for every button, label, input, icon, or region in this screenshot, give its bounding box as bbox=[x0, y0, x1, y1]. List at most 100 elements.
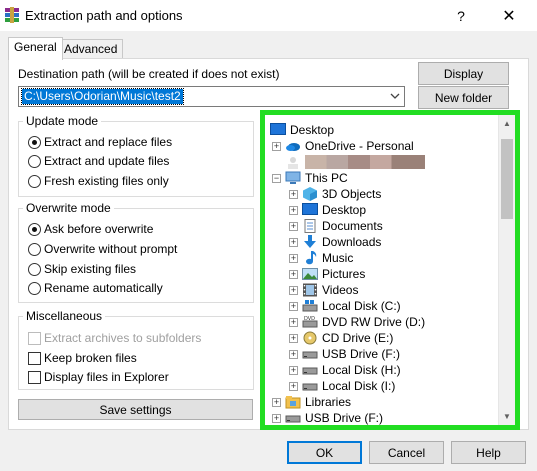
music-icon bbox=[302, 251, 318, 265]
libraries-icon bbox=[285, 395, 301, 409]
expand-button[interactable]: + bbox=[289, 285, 298, 295]
tree-item-downloads[interactable]: + Downloads bbox=[289, 234, 381, 250]
ok-button[interactable]: OK bbox=[287, 441, 362, 464]
tree-item-onedrive[interactable]: + OneDrive - Personal bbox=[272, 138, 414, 154]
destination-path-label: Destination path (will be created if doe… bbox=[18, 67, 280, 81]
tree-item-desktop[interactable]: + Desktop bbox=[289, 202, 366, 218]
radio-button[interactable] bbox=[28, 242, 41, 256]
tree-item-videos[interactable]: + Videos bbox=[289, 282, 358, 298]
tree-item-local-disk-c[interactable]: + Local Disk (C:) bbox=[289, 298, 401, 314]
misc-option-keep-broken-files[interactable]: Keep broken files bbox=[28, 351, 137, 365]
3d-objects-icon bbox=[302, 187, 318, 201]
svg-text:DVD: DVD bbox=[304, 316, 315, 322]
tab-advanced[interactable]: Advanced bbox=[58, 39, 124, 59]
local-disk-icon bbox=[302, 363, 318, 377]
winrar-app-icon bbox=[5, 7, 19, 23]
miscellaneous-title: Miscellaneous bbox=[23, 309, 106, 323]
expand-button[interactable]: + bbox=[289, 269, 298, 279]
update-option-fresh[interactable]: Fresh existing files only bbox=[28, 174, 169, 188]
tree-vertical-scrollbar[interactable]: ▲ ▼ bbox=[498, 115, 515, 425]
folder-tree[interactable]: Desktop + OneDrive - Personal + − This P… bbox=[265, 115, 499, 425]
local-disk-icon bbox=[302, 379, 318, 393]
tree-item-desktop-root[interactable]: Desktop bbox=[270, 122, 334, 138]
help-title-button[interactable]: ? bbox=[438, 0, 484, 31]
checkbox[interactable] bbox=[28, 351, 41, 365]
save-settings-button[interactable]: Save settings bbox=[18, 399, 253, 420]
title-bar: Extraction path and options ? ✕ bbox=[0, 0, 537, 31]
desktop-icon bbox=[302, 203, 318, 217]
update-mode-title: Update mode bbox=[23, 114, 102, 128]
expand-button[interactable]: + bbox=[272, 141, 281, 151]
chevron-down-icon[interactable] bbox=[389, 90, 401, 102]
radio-button[interactable] bbox=[28, 135, 41, 149]
usb-drive-icon bbox=[302, 347, 318, 361]
expand-button[interactable]: + bbox=[289, 189, 298, 199]
tree-item-dvd-rw-drive-d[interactable]: + DVD DVD RW Drive (D:) bbox=[289, 314, 425, 330]
overwrite-option-skip[interactable]: Skip existing files bbox=[28, 262, 136, 276]
tree-item-local-disk-i[interactable]: + Local Disk (I:) bbox=[289, 378, 395, 394]
tree-item-music[interactable]: + Music bbox=[289, 250, 353, 266]
misc-option-display-in-explorer[interactable]: Display files in Explorer bbox=[28, 370, 169, 384]
local-disk-icon bbox=[302, 299, 318, 313]
overwrite-option-ask[interactable]: Ask before overwrite bbox=[28, 222, 153, 236]
radio-button[interactable] bbox=[28, 222, 41, 236]
cd-drive-icon bbox=[302, 331, 318, 345]
new-folder-button[interactable]: New folder bbox=[418, 86, 509, 109]
scrollbar-thumb[interactable] bbox=[501, 139, 513, 219]
expand-button[interactable]: + bbox=[289, 301, 298, 311]
tree-item-3d-objects[interactable]: + 3D Objects bbox=[289, 186, 381, 202]
tree-item-usb-drive-f-root[interactable]: + USB Drive (F:) bbox=[272, 410, 383, 425]
overwrite-mode-title: Overwrite mode bbox=[23, 201, 114, 215]
overwrite-option-rename[interactable]: Rename automatically bbox=[28, 281, 163, 295]
expand-button[interactable]: + bbox=[289, 365, 298, 375]
usb-drive-icon bbox=[285, 411, 301, 425]
scroll-up-arrow-icon[interactable]: ▲ bbox=[499, 115, 515, 132]
tree-item-local-disk-h[interactable]: + Local Disk (H:) bbox=[289, 362, 401, 378]
help-button[interactable]: Help bbox=[451, 441, 526, 464]
display-button[interactable]: Display bbox=[418, 62, 509, 85]
scroll-down-arrow-icon[interactable]: ▼ bbox=[499, 408, 515, 425]
close-button[interactable]: ✕ bbox=[486, 0, 532, 31]
tree-item-usb-drive-f[interactable]: + USB Drive (F:) bbox=[289, 346, 400, 362]
tree-item-libraries[interactable]: + Libraries bbox=[272, 394, 351, 410]
dvd-drive-icon: DVD bbox=[302, 315, 318, 329]
overwrite-option-without-prompt[interactable]: Overwrite without prompt bbox=[28, 242, 177, 256]
downloads-icon bbox=[302, 235, 318, 249]
tree-item-documents[interactable]: + Documents bbox=[289, 218, 383, 234]
destination-path-combobox[interactable]: C:\Users\Odorian\Music\test2 bbox=[18, 86, 405, 107]
expand-button[interactable]: + bbox=[289, 381, 298, 391]
tree-item-this-pc[interactable]: − This PC bbox=[272, 170, 348, 186]
folder-tree-highlight-frame: Desktop + OneDrive - Personal + − This P… bbox=[260, 110, 520, 430]
update-option-update[interactable]: Extract and update files bbox=[28, 154, 169, 168]
expand-button[interactable]: + bbox=[289, 237, 298, 247]
checkbox[interactable] bbox=[28, 370, 41, 384]
destination-path-value[interactable]: C:\Users\Odorian\Music\test2 bbox=[21, 88, 184, 105]
update-option-replace[interactable]: Extract and replace files bbox=[28, 135, 172, 149]
expand-button[interactable]: + bbox=[289, 205, 298, 215]
expand-button[interactable]: + bbox=[289, 221, 298, 231]
redacted-user-name bbox=[305, 155, 425, 169]
expand-button[interactable]: + bbox=[272, 413, 281, 423]
pictures-icon bbox=[302, 267, 318, 281]
tree-item-user-folder[interactable]: + bbox=[272, 154, 425, 170]
tree-item-pictures[interactable]: + Pictures bbox=[289, 266, 365, 282]
cancel-button[interactable]: Cancel bbox=[369, 441, 444, 464]
radio-button[interactable] bbox=[28, 262, 41, 276]
collapse-button[interactable]: − bbox=[272, 173, 281, 183]
documents-icon bbox=[302, 219, 318, 233]
expand-button[interactable]: + bbox=[289, 349, 298, 359]
user-folder-icon bbox=[285, 155, 301, 169]
radio-button[interactable] bbox=[28, 281, 41, 295]
expand-button[interactable]: + bbox=[272, 397, 281, 407]
radio-button[interactable] bbox=[28, 174, 41, 188]
expand-button[interactable]: + bbox=[289, 253, 298, 263]
expand-button[interactable]: + bbox=[289, 317, 298, 327]
videos-icon bbox=[302, 283, 318, 297]
onedrive-cloud-icon bbox=[285, 139, 301, 153]
radio-button[interactable] bbox=[28, 154, 41, 168]
tab-general[interactable]: General bbox=[8, 37, 63, 60]
tree-item-cd-drive-e[interactable]: + CD Drive (E:) bbox=[289, 330, 393, 346]
misc-option-extract-to-subfolders: Extract archives to subfolders bbox=[28, 331, 201, 345]
desktop-icon bbox=[270, 123, 286, 137]
expand-button[interactable]: + bbox=[289, 333, 298, 343]
